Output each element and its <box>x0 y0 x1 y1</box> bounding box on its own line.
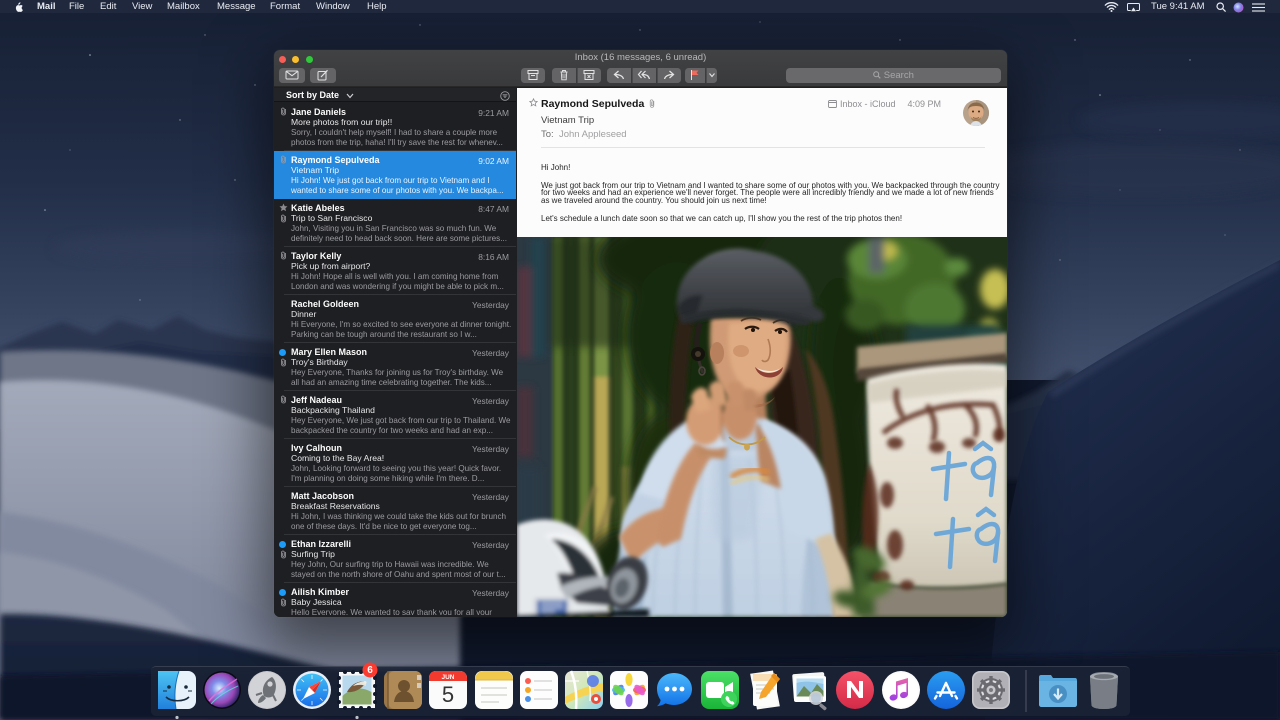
svg-text:JUN: JUN <box>441 674 454 681</box>
svg-text:6: 6 <box>367 665 373 676</box>
svg-text:5: 5 <box>442 682 454 707</box>
